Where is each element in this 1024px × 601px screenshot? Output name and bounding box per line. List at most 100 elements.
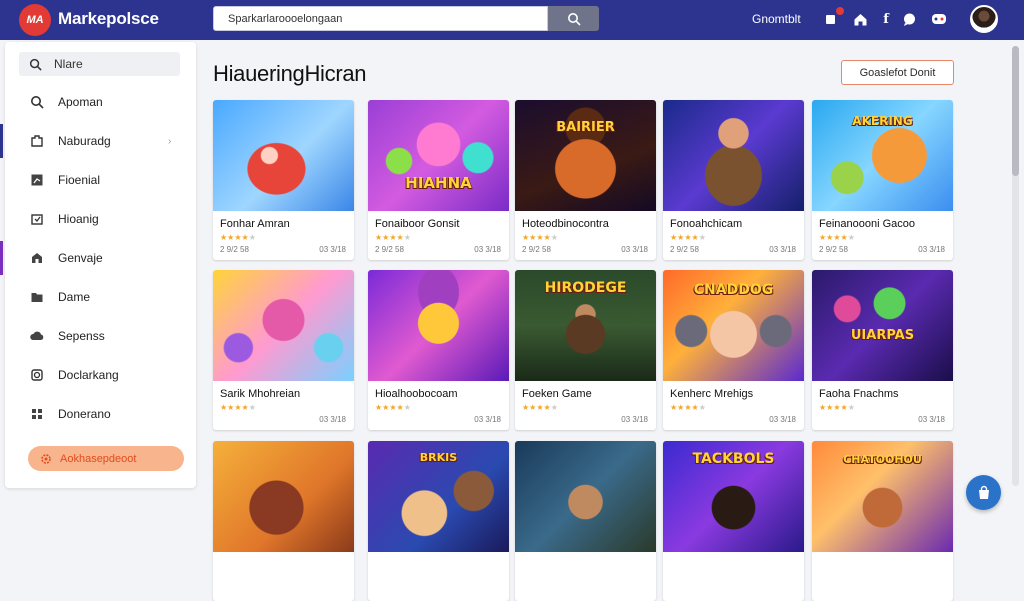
rating-stars: ★★★★★ — [522, 233, 558, 242]
brand-name[interactable]: Markepolsce — [58, 9, 159, 29]
sidebar-search-input[interactable]: Nlare — [19, 52, 180, 76]
rating-stars: ★★★★★ — [220, 403, 256, 412]
header-action-button[interactable]: Goaslefot Donit — [841, 60, 954, 85]
game-meta-left: 2 9/2 58 — [375, 245, 404, 254]
game-card[interactable]: HIAHNA Fonaiboor Gonsit ★★★★★ 2 9/2 58 0… — [368, 100, 509, 260]
notifications-button[interactable] — [822, 7, 844, 28]
sidebar-item-dame[interactable]: Dame — [5, 280, 196, 314]
facebook-icon: f — [883, 11, 889, 27]
search-button[interactable] — [548, 6, 599, 31]
game-card[interactable]: TACKBOLS — [663, 441, 804, 601]
game-card[interactable]: BAIRIER Hoteodbinocontra ★★★★★ 2 9/2 58 … — [515, 100, 656, 260]
house-icon — [29, 250, 45, 266]
scrollbar-thumb[interactable] — [1012, 46, 1019, 176]
active-indicator — [0, 124, 3, 158]
chart-icon — [29, 172, 45, 188]
header-link[interactable]: Gnomtblt — [752, 12, 801, 26]
game-card[interactable]: AKERING Feinanoooni Gacoo ★★★★★ 2 9/2 58… — [812, 100, 953, 260]
scrollbar[interactable] — [1012, 46, 1019, 486]
sidebar-item-naburadg[interactable]: Naburadg › — [0, 124, 196, 158]
game-card[interactable]: UIARPAS Faoha Fnachms ★★★★★ 03 3/18 — [812, 270, 953, 430]
sidebar-item-apoman[interactable]: Apoman — [5, 85, 196, 119]
sidebar-item-label: Naburadg — [58, 134, 111, 148]
game-thumbnail: UIARPAS — [812, 270, 953, 381]
game-card[interactable]: CHATOOHOU — [812, 441, 953, 601]
gamepad-button[interactable] — [930, 10, 948, 28]
sidebar-item-sepenss[interactable]: Sepenss — [5, 319, 196, 353]
game-card[interactable] — [515, 441, 656, 601]
thumbnail-title: HIAHNA — [405, 174, 472, 192]
rating-stars: ★★★★★ — [522, 403, 558, 412]
floating-action-button[interactable] — [966, 475, 1001, 510]
game-card[interactable]: Sarik Mhohreian ★★★★★ 03 3/18 — [213, 270, 354, 430]
search-input[interactable]: Sparkarlaroooelongaan — [213, 6, 548, 31]
thumbnail-title: BAIRIER — [556, 120, 615, 135]
gamepad-icon — [932, 14, 946, 24]
thumbnail-title: AKERING — [852, 114, 913, 128]
bag-icon — [978, 485, 989, 499]
sidebar-item-donerano[interactable]: Donerano — [5, 397, 196, 431]
game-thumbnail: TACKBOLS — [663, 441, 804, 552]
rating-stars: ★★★★★ — [375, 233, 411, 242]
sidebar-item-doclarkang[interactable]: Doclarkang — [5, 358, 196, 392]
game-meta-right: 03 3/18 — [621, 245, 648, 254]
notification-dot — [836, 7, 844, 15]
game-card[interactable]: HIRODEGE Foeken Game ★★★★★ 03 3/18 — [515, 270, 656, 430]
game-thumbnail — [213, 100, 354, 211]
sidebar-item-hioanig[interactable]: Hioanig — [5, 202, 196, 236]
game-thumbnail — [213, 441, 354, 552]
game-card[interactable]: Fonoahchicam ★★★★★ 2 9/2 58 03 3/18 — [663, 100, 804, 260]
game-meta-right: 03 3/18 — [474, 245, 501, 254]
user-avatar[interactable] — [970, 5, 998, 33]
grid-icon — [29, 406, 45, 422]
folder-icon — [29, 289, 45, 305]
rating-stars: ★★★★★ — [670, 233, 706, 242]
game-thumbnail: HIRODEGE — [515, 270, 656, 381]
sidebar-item-genvaje[interactable]: Genvaje — [0, 241, 196, 275]
game-card[interactable]: BRKIS — [368, 441, 509, 601]
chevron-right-icon: › — [168, 135, 172, 147]
sidebar-item-label: Hioanig — [58, 212, 99, 226]
thumbnail-title: BRKIS — [419, 451, 458, 464]
game-title: Hioalhoobocoam — [375, 388, 458, 400]
facebook-button[interactable]: f — [877, 10, 895, 28]
sidebar-item-label: Genvaje — [58, 251, 103, 265]
thumbnail-title: CHATOOHOU — [843, 453, 922, 466]
top-navigation-bar: MA Markepolsce Sparkarlaroooelongaan Gno… — [0, 0, 1024, 40]
sidebar-item-fioenial[interactable]: Fioenial — [5, 163, 196, 197]
game-thumbnail — [213, 270, 354, 381]
app-logo[interactable]: MA — [19, 4, 51, 36]
game-meta-left: 2 9/2 58 — [670, 245, 699, 254]
game-thumbnail — [515, 441, 656, 552]
copy-icon — [29, 367, 45, 383]
game-thumbnail: BAIRIER — [515, 100, 656, 211]
game-meta-right: 03 3/18 — [621, 415, 648, 424]
game-meta-left: 2 9/2 58 — [522, 245, 551, 254]
game-card[interactable]: Fonhar Amran ★★★★★ 2 9/2 58 03 3/18 — [213, 100, 354, 260]
thumbnail-title: TACKBOLS — [692, 451, 775, 467]
game-title: Fonaiboor Gonsit — [375, 218, 460, 230]
cta-label: Aokhasepdeoot — [60, 452, 137, 465]
game-title: Faoha Fnachms — [819, 388, 899, 400]
rating-stars: ★★★★★ — [819, 233, 855, 242]
search-icon — [29, 58, 42, 71]
game-card[interactable] — [213, 441, 354, 601]
sidebar-item-label: Doclarkang — [58, 368, 119, 382]
game-card[interactable]: Hioalhoobocoam ★★★★★ 03 3/18 — [368, 270, 509, 430]
cloud-icon — [29, 328, 45, 344]
game-title: Hoteodbinocontra — [522, 218, 609, 230]
rating-stars: ★★★★★ — [375, 403, 411, 412]
rating-stars: ★★★★★ — [819, 403, 855, 412]
game-title: Fonoahchicam — [670, 218, 743, 230]
sidebar: Nlare Apoman Naburadg › Fioenial Hioanig… — [0, 42, 196, 488]
game-thumbnail — [368, 270, 509, 381]
sidebar-cta-button[interactable]: Aokhasepdeoot — [28, 446, 184, 471]
game-title: Fonhar Amran — [220, 218, 290, 230]
game-title: Foeken Game — [522, 388, 592, 400]
game-title: Sarik Mhohreian — [220, 388, 301, 400]
game-card[interactable]: CNADDOG Kenherc Mrehigs ★★★★★ 03 3/18 — [663, 270, 804, 430]
game-thumbnail: BRKIS — [368, 441, 509, 552]
rating-stars: ★★★★★ — [670, 403, 706, 412]
home-button[interactable] — [851, 10, 869, 28]
chat-button[interactable] — [900, 10, 918, 28]
